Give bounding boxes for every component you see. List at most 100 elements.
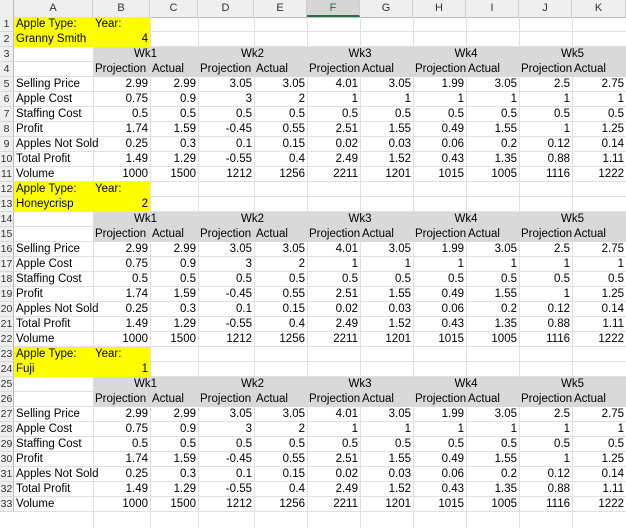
data-cell[interactable]: 1500	[150, 332, 198, 347]
metric-label[interactable]: Apples Not Sold	[14, 137, 98, 152]
data-cell[interactable]: 1201	[360, 332, 413, 347]
data-cell[interactable]: 0.15	[254, 467, 307, 482]
row-header-16[interactable]: 16	[0, 242, 14, 257]
data-cell[interactable]: 1	[519, 422, 572, 437]
data-cell[interactable]: 0.02	[307, 467, 360, 482]
data-cell[interactable]: 0.43	[413, 152, 466, 167]
row-header-30[interactable]: 30	[0, 452, 14, 467]
actual-header[interactable]: Actual	[150, 392, 198, 407]
data-cell[interactable]: 0.12	[519, 467, 572, 482]
data-cell[interactable]: 1.59	[150, 452, 198, 467]
projection-header[interactable]: Projection	[198, 392, 254, 407]
data-cell[interactable]: 3.05	[466, 407, 519, 422]
data-cell[interactable]: 1212	[198, 332, 254, 347]
metric-label[interactable]: Staffing Cost	[14, 107, 93, 122]
data-cell[interactable]: 0.14	[572, 467, 626, 482]
apple-type-value[interactable]: Honeycrisp	[14, 197, 93, 212]
week-header[interactable]: Wk3	[307, 47, 413, 62]
data-cell[interactable]: 0.3	[150, 467, 198, 482]
data-cell[interactable]: 1.99	[413, 242, 466, 257]
row-header-4[interactable]: 4	[0, 62, 14, 77]
data-cell[interactable]: 0.5	[198, 272, 254, 287]
data-cell[interactable]: 1	[519, 92, 572, 107]
row-header-19[interactable]: 19	[0, 287, 14, 302]
week-header[interactable]: Wk3	[307, 377, 413, 392]
projection-header[interactable]: Projection	[519, 392, 572, 407]
actual-header[interactable]: Actual	[572, 62, 626, 77]
projection-header[interactable]: Projection	[93, 227, 150, 242]
projection-header[interactable]: Projection	[93, 392, 150, 407]
data-cell[interactable]: 3.05	[466, 77, 519, 92]
data-cell[interactable]: 0.88	[519, 152, 572, 167]
actual-header[interactable]: Actual	[360, 227, 413, 242]
apple-type-label[interactable]: Apple Type:	[14, 17, 93, 32]
week-header[interactable]: Wk2	[198, 212, 307, 227]
data-cell[interactable]: 1.52	[360, 317, 413, 332]
data-cell[interactable]: -0.45	[198, 287, 254, 302]
data-cell[interactable]: 2211	[307, 332, 360, 347]
data-cell[interactable]: 0.12	[519, 137, 572, 152]
data-cell[interactable]: 1256	[254, 167, 307, 182]
row-header-27[interactable]: 27	[0, 407, 14, 422]
row-header-8[interactable]: 8	[0, 122, 14, 137]
actual-header[interactable]: Actual	[150, 62, 198, 77]
data-cell[interactable]: 1.74	[93, 452, 150, 467]
column-header-a[interactable]: A	[14, 0, 93, 17]
projection-header[interactable]: Projection	[307, 227, 360, 242]
actual-header[interactable]: Actual	[466, 62, 519, 77]
projection-header[interactable]: Projection	[198, 227, 254, 242]
actual-header[interactable]: Actual	[360, 62, 413, 77]
data-cell[interactable]: 1.11	[572, 317, 626, 332]
data-cell[interactable]: 1.59	[150, 287, 198, 302]
data-cell[interactable]: 0.15	[254, 302, 307, 317]
data-cell[interactable]: 1015	[413, 167, 466, 182]
data-cell[interactable]: 1212	[198, 167, 254, 182]
row-header-29[interactable]: 29	[0, 437, 14, 452]
data-cell[interactable]: 1	[307, 257, 360, 272]
data-cell[interactable]: 2.99	[93, 242, 150, 257]
metric-label[interactable]: Apple Cost	[14, 422, 93, 437]
data-cell[interactable]: 1.49	[93, 482, 150, 497]
data-cell[interactable]: 0.5	[466, 437, 519, 452]
data-cell[interactable]: 0.4	[254, 152, 307, 167]
data-cell[interactable]: 0.2	[466, 302, 519, 317]
metric-label[interactable]: Staffing Cost	[14, 272, 93, 287]
actual-header[interactable]: Actual	[150, 227, 198, 242]
year-value[interactable]: 4	[93, 32, 150, 47]
week-header[interactable]: Wk5	[519, 47, 626, 62]
data-cell[interactable]: 3.05	[254, 77, 307, 92]
row-header-28[interactable]: 28	[0, 422, 14, 437]
data-cell[interactable]: 0.06	[413, 302, 466, 317]
year-value[interactable]: 2	[93, 197, 150, 212]
row-header-33[interactable]: 33	[0, 497, 14, 512]
week-header[interactable]: Wk2	[198, 377, 307, 392]
data-cell[interactable]: 3	[198, 92, 254, 107]
data-cell[interactable]: 0.4	[254, 482, 307, 497]
data-cell[interactable]: 0.5	[519, 272, 572, 287]
data-cell[interactable]: 1	[466, 422, 519, 437]
data-cell[interactable]: 1.29	[150, 317, 198, 332]
data-cell[interactable]: 0.15	[254, 137, 307, 152]
data-cell[interactable]: 2211	[307, 497, 360, 512]
data-cell[interactable]: 0.25	[93, 137, 150, 152]
row-header-32[interactable]: 32	[0, 482, 14, 497]
data-cell[interactable]: 2.49	[307, 317, 360, 332]
data-cell[interactable]: 0.5	[572, 107, 626, 122]
data-cell[interactable]: 1.35	[466, 152, 519, 167]
metric-label[interactable]: Apples Not Sold	[14, 467, 98, 482]
column-header-b[interactable]: B	[93, 0, 150, 17]
data-cell[interactable]: 1.49	[93, 317, 150, 332]
row-header-25[interactable]: 25	[0, 377, 14, 392]
row-header-26[interactable]: 26	[0, 392, 14, 407]
data-cell[interactable]: 1.49	[93, 152, 150, 167]
data-cell[interactable]: 1116	[519, 332, 572, 347]
data-cell[interactable]: 0.1	[198, 302, 254, 317]
row-header-9[interactable]: 9	[0, 137, 14, 152]
metric-label[interactable]: Selling Price	[14, 407, 93, 422]
data-cell[interactable]: 2.5	[519, 407, 572, 422]
actual-header[interactable]: Actual	[254, 392, 307, 407]
data-cell[interactable]: 1.29	[150, 482, 198, 497]
projection-header[interactable]: Projection	[198, 62, 254, 77]
data-cell[interactable]: 0.5	[413, 437, 466, 452]
data-cell[interactable]: -0.45	[198, 122, 254, 137]
